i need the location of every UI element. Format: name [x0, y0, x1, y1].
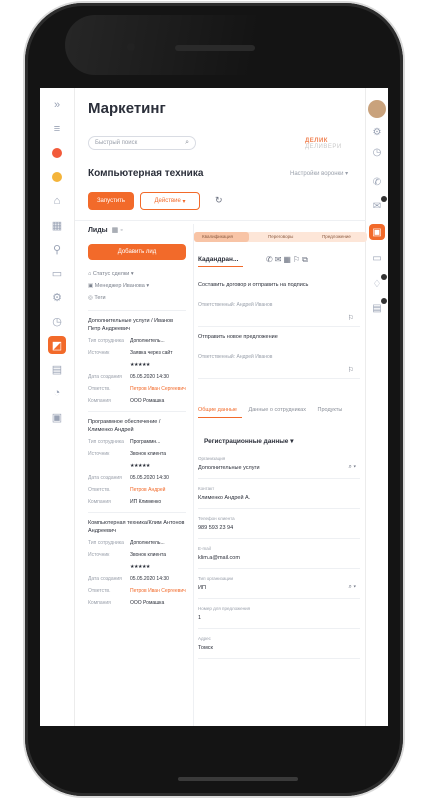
- search-input[interactable]: Быстрый поиск ⌕: [88, 136, 196, 150]
- stage-3[interactable]: Предложение: [322, 234, 351, 239]
- filter-manager[interactable]: ▣ Менеджер Иванова ▾: [88, 280, 186, 292]
- task-card[interactable]: Отправить новое предложение Ответственны…: [198, 334, 360, 379]
- search-icon: ⌕: [185, 139, 189, 146]
- gear-icon[interactable]: ⚙: [369, 124, 385, 140]
- document-icon[interactable]: ▤: [48, 360, 66, 378]
- settings-icon[interactable]: ⚙: [48, 288, 66, 306]
- leads-column: Лиды ▦ ◦ Добавить лид ⌂ Статус сделки ▾ ▣…: [88, 226, 186, 726]
- add-lead-button[interactable]: Добавить лид: [88, 244, 186, 260]
- clock-icon[interactable]: ◷: [48, 312, 66, 330]
- field-contact[interactable]: Контакт Клименко Андрей А.: [198, 486, 360, 509]
- search-placeholder: Быстрый поиск: [95, 140, 138, 146]
- tab-general[interactable]: Общие данные: [198, 407, 237, 413]
- expand-icon[interactable]: »: [48, 96, 66, 114]
- deal-tabs: Общие данные Данные о сотрудниках Продук…: [198, 407, 367, 413]
- doc-icon[interactable]: ▭: [369, 250, 385, 266]
- section-title: Компьютерная техника: [88, 168, 204, 179]
- action-dropdown[interactable]: Действие ▾: [140, 192, 200, 210]
- field-org-type[interactable]: Тип организации ИП ⌕ ▾: [198, 576, 360, 599]
- bell-icon[interactable]: ♢: [369, 274, 387, 292]
- deal-actions: ✆✉▦⚐⧉: [266, 255, 310, 265]
- home-indicator: [178, 777, 298, 781]
- tab-products[interactable]: Продукты: [318, 407, 343, 413]
- copy-icon[interactable]: ⧉: [302, 255, 310, 264]
- clock-icon[interactable]: ◷: [369, 144, 385, 160]
- stage-1[interactable]: Квалификация: [202, 234, 233, 239]
- field-address[interactable]: Адрес Томск: [198, 636, 360, 659]
- chat-icon[interactable]: ▭: [48, 264, 66, 282]
- flag-icon[interactable]: ⚐: [293, 255, 302, 264]
- calendar-icon[interactable]: ▦: [48, 216, 66, 234]
- box-icon[interactable]: ▣: [48, 408, 66, 426]
- phone-icon[interactable]: ✆: [369, 174, 385, 190]
- menu-icon[interactable]: ≡: [48, 120, 66, 138]
- task-card[interactable]: Составить договор и отправить на подпись…: [198, 282, 360, 327]
- field-phone[interactable]: Телефон клиента 989 593 23 94: [198, 516, 360, 539]
- avatar[interactable]: [368, 100, 386, 118]
- chat-icon[interactable]: ▣: [369, 224, 385, 240]
- filter-tags[interactable]: ◎ Теги: [88, 292, 186, 304]
- start-button[interactable]: Запустить: [88, 192, 134, 210]
- earpiece: [175, 45, 255, 51]
- rating-stars: ★★★★★: [130, 463, 150, 469]
- home-icon[interactable]: ⌂: [48, 192, 66, 210]
- divider: [75, 220, 366, 221]
- filter-status[interactable]: ⌂ Статус сделки ▾: [88, 268, 186, 280]
- marketing-icon[interactable]: ◩: [48, 336, 66, 354]
- main-content: Маркетинг Быстрый поиск ⌕ ДЕЛИК ДЕЛИВЕРИ…: [75, 88, 367, 726]
- rating-stars: ★★★★★: [130, 564, 150, 570]
- deal-title-underline: [198, 266, 243, 267]
- field-organization[interactable]: Организация Дополнительные услуги ⌕ ▾: [198, 456, 360, 479]
- chart-icon[interactable]: ◔: [48, 384, 66, 402]
- flag-icon[interactable]: ⚐: [348, 366, 354, 374]
- rating-stars: ★★★★★: [130, 362, 150, 368]
- deal-detail: Квалификация Переговоры Предложение Када…: [193, 224, 367, 726]
- deal-title: Кадандран...: [198, 256, 239, 263]
- list-item[interactable]: Компьютерная техника/Клим Антонов Андрее…: [88, 512, 186, 607]
- list-item[interactable]: Дополнительные услуги / Иванов Петр Андр…: [88, 310, 186, 405]
- grid-icon: ▦ ◦: [111, 227, 123, 234]
- right-rail: ⚙ ◷ ✆ ✉ ▣ ▭ ♢ ▤: [365, 88, 388, 726]
- map-pin-icon[interactable]: ⚲: [48, 240, 66, 258]
- file-icon[interactable]: ▤: [369, 298, 387, 316]
- list-item[interactable]: Программное обеспечение / Клименко Андре…: [88, 411, 186, 506]
- page-title: Маркетинг: [88, 100, 166, 117]
- field-email[interactable]: E-mail klim.a@mail.com: [198, 546, 360, 569]
- refresh-icon[interactable]: ↻: [215, 195, 223, 206]
- stage-2[interactable]: Переговоры: [268, 234, 293, 239]
- funnel-settings-select[interactable]: Настройки воронки ▾: [290, 170, 348, 177]
- mail-icon[interactable]: ✉: [369, 196, 387, 214]
- field-offer-number[interactable]: Номер для предложения 1: [198, 606, 360, 629]
- app-screen: » ≡ ⌂ ▦ ⚲ ▭ ⚙ ◷ ◩ ▤ ◔ ▣ ⚙ ◷ ✆ ✉ ▣ ▭ ♢ ▤ …: [40, 88, 388, 726]
- search-icon[interactable]: ⌕ ▾: [348, 584, 356, 591]
- leads-header: Лиды ▦ ◦: [88, 227, 123, 234]
- flag-icon[interactable]: ⚐: [348, 314, 354, 322]
- front-camera: [127, 43, 135, 51]
- tab-employees[interactable]: Данные о сотрудниках: [249, 407, 306, 413]
- registration-header[interactable]: Регистрационные данные ▾: [204, 437, 294, 445]
- filters: ⌂ Статус сделки ▾ ▣ Менеджер Иванова ▾ ◎…: [88, 268, 186, 304]
- search-icon[interactable]: ⌕ ▾: [348, 464, 356, 471]
- calendar-icon[interactable]: ▦: [283, 255, 293, 264]
- stage-bar[interactable]: Квалификация Переговоры Предложение: [194, 232, 367, 242]
- left-nav-rail: » ≡ ⌂ ▦ ⚲ ▭ ⚙ ◷ ◩ ▤ ◔ ▣: [40, 88, 75, 726]
- tab-underline: [198, 417, 242, 418]
- phone-icon[interactable]: ✆: [266, 255, 275, 264]
- record-icon[interactable]: [48, 144, 66, 162]
- brand-logo: ДЕЛИК ДЕЛИВЕРИ: [305, 138, 342, 150]
- star-icon[interactable]: [48, 168, 66, 186]
